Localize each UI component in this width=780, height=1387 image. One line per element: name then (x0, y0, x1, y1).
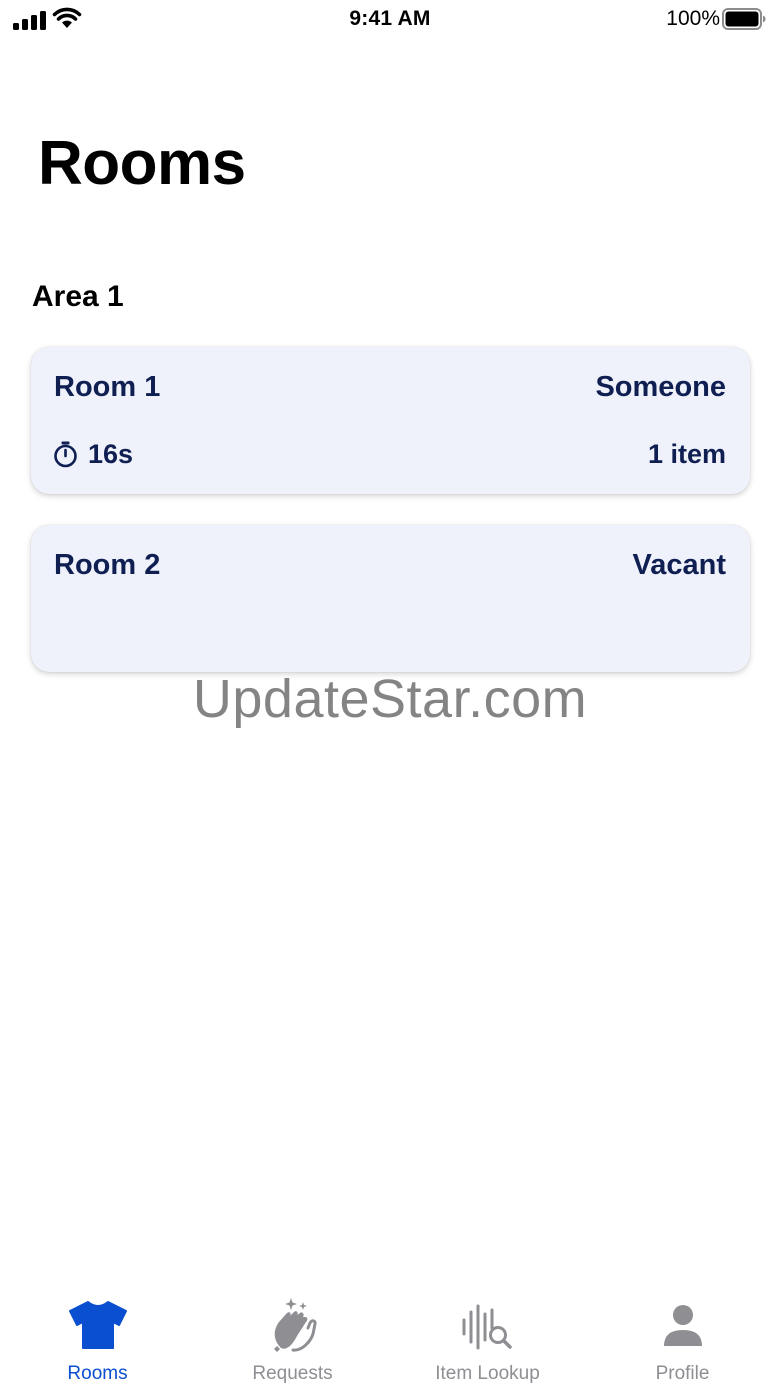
room-name: Room 1 (54, 371, 161, 403)
shirt-icon (68, 1301, 127, 1349)
status-time: 9:41 AM (349, 7, 431, 30)
tab-label: Profile (655, 1363, 710, 1384)
section-title-area: Area 1 (32, 280, 124, 313)
room-occupancy-status: Vacant (632, 549, 727, 581)
tab-requests[interactable]: Requests (195, 1290, 390, 1387)
room-item-count: 1 item (647, 439, 726, 469)
room-name: Room 2 (54, 549, 161, 581)
status-bar: 9:41 AM 100% (0, 0, 780, 40)
watermark: UpdateStar.com (192, 669, 588, 729)
tab-rooms[interactable]: Rooms (0, 1290, 195, 1387)
tab-label: Item Lookup (435, 1363, 540, 1384)
tab-bar: Rooms Requests Item Lookup Profile (0, 1290, 780, 1387)
page-title: Rooms (38, 129, 246, 198)
tab-profile[interactable]: Profile (585, 1290, 780, 1387)
room-occupancy-status: Someone (595, 371, 726, 403)
room-timer-value: 16s (88, 439, 134, 469)
tab-label: Rooms (67, 1363, 128, 1384)
clapping-hands-icon (273, 1298, 317, 1352)
person-icon (663, 1305, 702, 1346)
tab-label: Requests (252, 1363, 333, 1384)
stopwatch-icon (54, 441, 77, 468)
room-timer: 16s (53, 439, 133, 470)
battery-icon (722, 8, 766, 30)
waveform-search-icon (462, 1304, 512, 1350)
battery-percentage: 100% (666, 7, 720, 30)
tab-item-lookup[interactable]: Item Lookup (390, 1290, 585, 1387)
room-card-room-1[interactable]: Room 1 Someone 16s 1 item (31, 347, 750, 494)
room-card-room-2[interactable]: Room 2 Vacant (31, 525, 750, 672)
